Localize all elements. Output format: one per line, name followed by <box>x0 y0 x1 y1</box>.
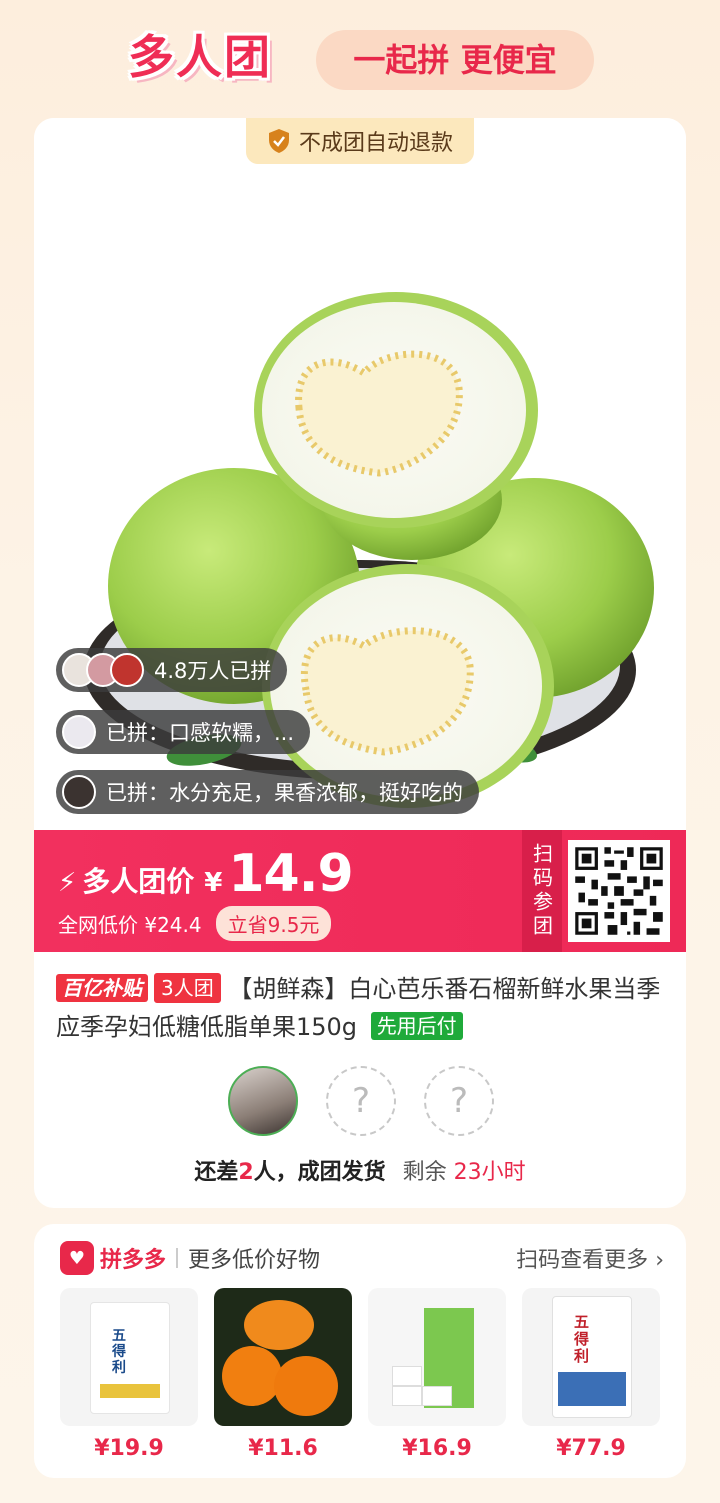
group-size-tag: 3人团 <box>154 973 221 1003</box>
group-price: ⚡ 多人团价 ¥ 14.9 <box>58 844 354 904</box>
goods-image-flour: 五得利 <box>60 1288 198 1426</box>
goods-item[interactable]: ¥11.6 <box>214 1288 352 1461</box>
slogan-pill: 一起拼 更便宜 <box>316 30 594 90</box>
empty-member-slot[interactable]: ? <box>326 1066 396 1136</box>
group-price-value: 14.9 <box>228 844 353 904</box>
member-avatar <box>228 1066 298 1136</box>
goods-image-orange <box>214 1288 352 1426</box>
goods-item[interactable]: 五得利 ¥19.9 <box>60 1288 198 1461</box>
group-status: 还差2人，成团发货 剩余 23小时 <box>34 1154 686 1186</box>
avatar <box>62 775 96 809</box>
more-goods-title: 更多低价好物 <box>188 1248 321 1273</box>
goods-price: ¥16.9 <box>402 1436 472 1461</box>
divider <box>176 1248 179 1268</box>
status-suffix: 人，成团发货 <box>253 1160 386 1185</box>
group-members: ? ? <box>228 1066 494 1136</box>
goods-price: ¥77.9 <box>556 1436 626 1461</box>
avatar <box>110 653 144 687</box>
goods-item[interactable]: ¥16.9 <box>368 1288 506 1461</box>
product-title-area[interactable]: 百亿补贴 3人团 【胡鲜森】白心芭乐番石榴新鲜水果当季应季孕妇低糖低脂单果150g… <box>56 970 666 1046</box>
review-text: 已拼：水分充足，果香浓郁，挺好吃的 <box>106 781 463 805</box>
product-card: 不成团自动退款 4.8万人已拼 已拼：口感软糯，... 已拼：水分充足，果香浓郁… <box>34 118 686 1208</box>
lightning-icon: ⚡ <box>58 868 77 898</box>
price-bar: ⚡ 多人团价 ¥ 14.9 全网低价 ¥24.4 立省9.5元 扫码参团 <box>34 830 686 952</box>
market-price-row: 全网低价 ¥24.4 立省9.5元 <box>58 906 332 941</box>
shield-check-icon <box>268 129 289 153</box>
goods-image-rice: 五得利 <box>522 1288 660 1426</box>
review-text: 已拼：口感软糯，... <box>106 721 295 745</box>
multi-group-logo: 多人团 <box>128 30 272 84</box>
chevron-right-icon: › <box>655 1248 664 1273</box>
scan-join-label: 扫码参团 <box>522 830 562 952</box>
status-prefix: 还差 <box>194 1160 239 1185</box>
save-badge: 立省9.5元 <box>215 906 332 941</box>
header: 多人团 一起拼 更便宜 <box>0 0 720 118</box>
empty-member-slot[interactable]: ? <box>424 1066 494 1136</box>
scan-more-link[interactable]: 扫码查看更多 › <box>516 1242 664 1274</box>
more-goods-header: ♥ 拼多多 更多低价好物 扫码查看更多 › <box>60 1240 664 1276</box>
review-pill: 已拼：口感软糯，... <box>56 710 311 754</box>
group-price-label: 多人团价 <box>82 865 195 898</box>
joined-count-text: 4.8万人已拼 <box>154 659 272 683</box>
goods-price: ¥11.6 <box>248 1436 318 1461</box>
missing-count: 2 <box>238 1160 254 1185</box>
remain-label: 剩余 <box>402 1160 447 1185</box>
currency-symbol: ¥ <box>204 868 223 898</box>
avatar <box>62 715 96 749</box>
refund-badge: 不成团自动退款 <box>246 118 474 164</box>
goods-list: 五得利 ¥19.9 ¥11.6 ¥16.9 五 得 利 ¥77.9 <box>60 1288 660 1461</box>
goods-item[interactable]: 五得利 ¥77.9 <box>522 1288 660 1461</box>
more-goods-card: ♥ 拼多多 更多低价好物 扫码查看更多 › 五得利 ¥19.9 ¥11.6 ¥1… <box>34 1224 686 1478</box>
pinduoduo-logo-icon: ♥ <box>60 1241 94 1275</box>
pay-later-tag: 先用后付 <box>370 1012 463 1040</box>
remain-time: 23小时 <box>453 1160 526 1185</box>
review-pill: 已拼：水分充足，果香浓郁，挺好吃的 <box>56 770 479 814</box>
refund-text: 不成团自动退款 <box>298 131 453 156</box>
market-price: 全网低价 ¥24.4 <box>58 913 202 937</box>
brand-name: 拼多多 <box>100 1248 167 1273</box>
goods-image-tissue <box>368 1288 506 1426</box>
joined-count-pill: 4.8万人已拼 <box>56 648 288 692</box>
subsidy-tag: 百亿补贴 <box>56 974 148 1002</box>
avatar-stack <box>62 653 144 687</box>
qr-code[interactable] <box>568 840 670 942</box>
goods-price: ¥19.9 <box>94 1436 164 1461</box>
